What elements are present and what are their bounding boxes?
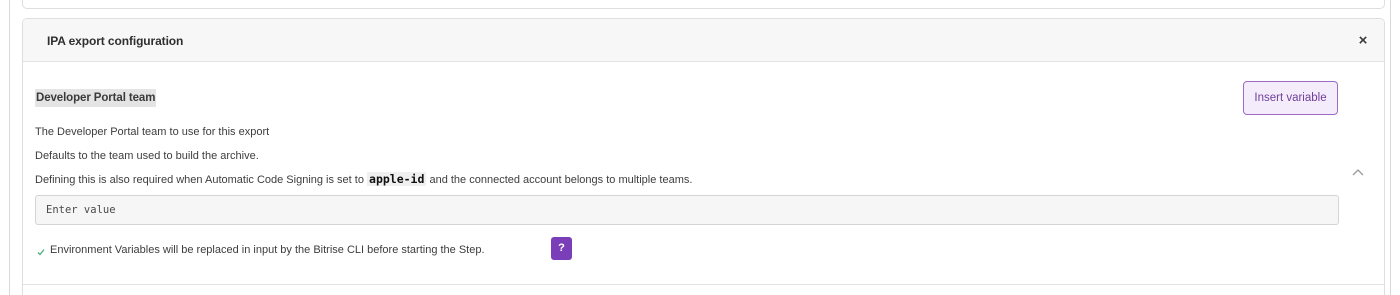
check-icon xyxy=(37,249,45,256)
field-description-line-1: The Developer Portal team to use for thi… xyxy=(35,126,270,138)
close-icon[interactable]: × xyxy=(1353,31,1373,51)
code-apple-id: apple-id xyxy=(367,172,427,186)
field-description-line-3: Defining this is also required when Auto… xyxy=(35,172,692,186)
page-left-border xyxy=(9,0,10,295)
developer-portal-team-input[interactable] xyxy=(35,195,1339,225)
description-prefix: Defining this is also required when Auto… xyxy=(35,174,368,186)
description-suffix: and the connected account belongs to mul… xyxy=(426,174,693,186)
insert-variable-button[interactable]: Insert variable xyxy=(1243,81,1338,115)
env-variables-note: Environment Variables will be replaced i… xyxy=(50,244,485,256)
previous-panel xyxy=(22,0,1385,9)
panel-divider xyxy=(23,284,1384,285)
panel-header: IPA export configuration × xyxy=(23,19,1384,62)
field-description-line-2: Defaults to the team used to build the a… xyxy=(35,150,259,162)
field-label: Developer Portal team xyxy=(35,89,157,107)
page-right-border xyxy=(1390,0,1391,295)
chevron-up-icon[interactable] xyxy=(1350,165,1366,181)
panel-title: IPA export configuration xyxy=(47,34,184,48)
help-button[interactable]: ? xyxy=(551,237,572,260)
ipa-export-panel: IPA export configuration × Developer Por… xyxy=(22,18,1385,295)
